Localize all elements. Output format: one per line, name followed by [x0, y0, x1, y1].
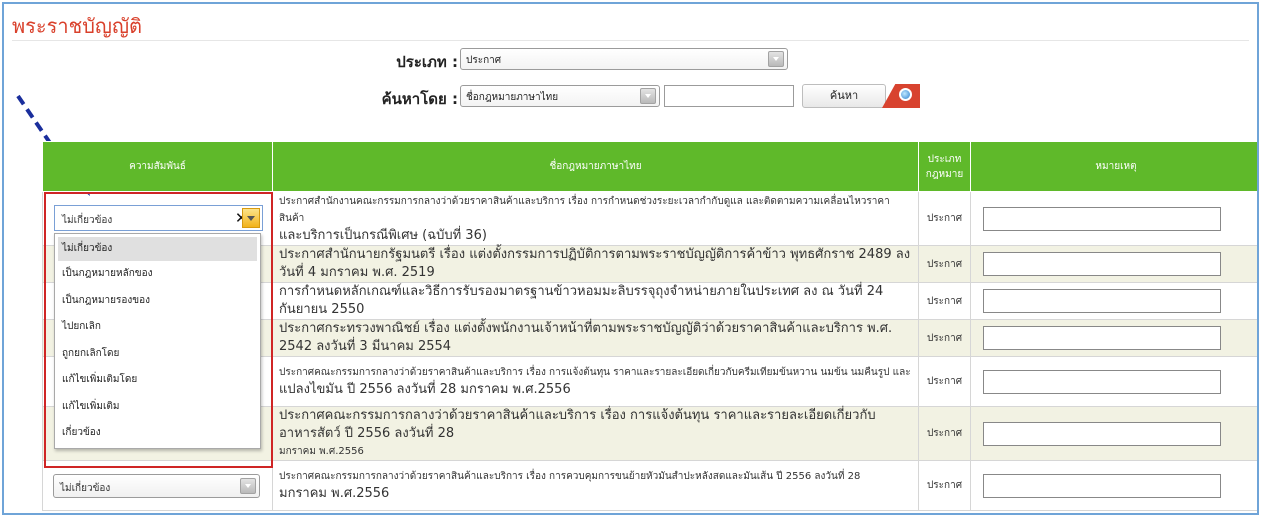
app-frame: พระราชบัญญัติ ประเภท : ประกาศ ค้นหาโดย :… — [2, 2, 1259, 515]
law-type: ประกาศ — [918, 245, 971, 283]
law-type: ประกาศ — [918, 460, 971, 511]
law-type: ประกาศ — [918, 356, 971, 407]
relation-dropdown-list: ไม่เกี่ยวข้อง เป็นกฎหมายหลักของ เป็นกฎหม… — [54, 233, 261, 449]
title-divider — [12, 40, 1249, 41]
note-input[interactable] — [983, 326, 1221, 350]
law-name[interactable]: ประกาศกระทรวงพาณิชย์ เรื่อง แต่งตั้งพนัก… — [272, 319, 919, 357]
relation-select[interactable]: ไม่เกี่ยวข้อง — [53, 473, 260, 498]
relation-select-open[interactable]: ไม่เกี่ยวข้อง ✕ — [54, 205, 263, 231]
note-input[interactable] — [983, 473, 1221, 498]
table-header-row: ความสัมพันธ์ ชื่อกฎหมายภาษาไทย ประเภท กฎ… — [42, 141, 1257, 192]
law-name[interactable]: ประกาศคณะกรรมการกลางว่าด้วยราคาสินค้าและ… — [272, 460, 919, 511]
law-name[interactable]: ประกาศสำนักนายกรัฐมนตรี เรื่อง แต่งตั้งก… — [272, 245, 919, 283]
note-input[interactable] — [983, 289, 1221, 313]
type-header-line2: กฎหมาย — [925, 168, 964, 180]
type-column-header: ประเภท กฎหมาย — [918, 141, 971, 192]
note-cell — [970, 191, 1257, 246]
magnifier-icon — [899, 88, 912, 101]
search-by-select[interactable]: ชื่อกฎหมายภาษาไทย — [460, 85, 660, 107]
law-name[interactable]: ประกาศคณะกรรมการกลางว่าด้วยราคาสินค้าและ… — [272, 406, 919, 461]
dropdown-option[interactable]: เป็นกฎหมายรองของ — [55, 288, 260, 315]
note-cell — [970, 245, 1257, 283]
law-name-line2: มกราคม พ.ศ.2556 — [279, 446, 364, 457]
note-input[interactable] — [983, 206, 1221, 231]
law-name[interactable]: ประกาศคณะกรรมการกลางว่าด้วยราคาสินค้าและ… — [272, 356, 919, 407]
law-name[interactable]: ประกาศสำนักงานคณะกรรมการกลางว่าด้วยราคาส… — [272, 191, 919, 246]
law-name-line1: ประกาศคณะกรรมการกลางว่าด้วยราคาสินค้าและ… — [279, 367, 911, 378]
law-name-line2: แปลงไขมัน ปี 2556 ลงวันที่ 28 มกราคม พ.ศ… — [279, 382, 571, 397]
note-input[interactable] — [983, 421, 1221, 446]
name-column-header: ชื่อกฎหมายภาษาไทย — [272, 141, 919, 192]
search-by-value: ชื่อกฎหมายภาษาไทย — [466, 92, 559, 103]
dropdown-option[interactable]: เกี่ยวข้อง — [55, 420, 260, 447]
search-icon[interactable] — [882, 84, 920, 108]
law-name-line2: มกราคม พ.ศ.2556 — [279, 486, 390, 501]
law-name-line1: ประกาศกระทรวงพาณิชย์ เรื่อง แต่งตั้งพนัก… — [279, 321, 893, 354]
law-name-line1: ประกาศคณะกรรมการกลางว่าด้วยราคาสินค้าและ… — [279, 408, 876, 441]
type-select[interactable]: ประกาศ — [460, 48, 788, 70]
note-input[interactable] — [983, 369, 1221, 394]
type-header-line1: ประเภท — [927, 153, 962, 165]
relation-column-header: ความสัมพันธ์ — [42, 141, 273, 192]
law-type: ประกาศ — [918, 191, 971, 246]
law-name-line1: การกำหนดหลักเกณฑ์และวิธีการรับรองมาตรฐาน… — [279, 284, 884, 317]
dropdown-option[interactable]: ไปยกเลิก — [55, 314, 260, 341]
relation-select-value: ไม่เกี่ยวข้อง — [62, 215, 113, 226]
dropdown-option[interactable]: ไม่เกี่ยวข้อง — [58, 237, 257, 261]
chevron-down-icon[interactable] — [242, 208, 260, 228]
law-name-line1: ประกาศสำนักนายกรัฐมนตรี เรื่อง แต่งตั้งก… — [279, 247, 911, 280]
law-type: ประกาศ — [918, 406, 971, 461]
chevron-down-icon[interactable] — [640, 88, 656, 104]
note-input[interactable] — [983, 252, 1221, 276]
note-cell — [970, 319, 1257, 357]
type-select-value: ประกาศ — [466, 55, 502, 66]
note-cell — [970, 356, 1257, 407]
law-type: ประกาศ — [918, 319, 971, 357]
chevron-down-icon[interactable] — [240, 477, 256, 494]
note-cell — [970, 282, 1257, 320]
law-name-line1: ประกาศสำนักงานคณะกรรมการกลางว่าด้วยราคาส… — [279, 195, 890, 224]
table-row: ไม่เกี่ยวข้อง ประกาศคณะกรรมการกลางว่าด้ว… — [42, 460, 1257, 511]
search-by-label: ค้นหาโดย : — [381, 90, 458, 108]
relation-select-value: ไม่เกี่ยวข้อง — [60, 482, 111, 494]
search-button[interactable]: ค้นหา — [802, 84, 886, 108]
type-label: ประเภท : — [396, 53, 458, 71]
law-type: ประกาศ — [918, 282, 971, 320]
note-cell — [970, 460, 1257, 511]
law-name-line1: ประกาศคณะกรรมการกลางว่าด้วยราคาสินค้าและ… — [279, 471, 861, 482]
dropdown-option[interactable]: ถูกยกเลิกโดย — [55, 341, 260, 368]
law-name-line2: และบริการเป็นกรณีพิเศษ (ฉบับที่ 36) — [279, 227, 487, 243]
chevron-down-icon[interactable] — [768, 51, 784, 67]
keyword-input[interactable] — [664, 85, 794, 107]
note-cell — [970, 406, 1257, 461]
relation-cell: ไม่เกี่ยวข้อง — [42, 460, 273, 511]
note-column-header: หมายเหตุ — [970, 141, 1257, 192]
dropdown-option[interactable]: แก้ไขเพิ่มเติมโดย — [55, 367, 260, 394]
page-title: พระราชบัญญัติ — [12, 14, 142, 38]
law-name[interactable]: การกำหนดหลักเกณฑ์และวิธีการรับรองมาตรฐาน… — [272, 282, 919, 320]
dropdown-option[interactable]: แก้ไขเพิ่มเติม — [55, 394, 260, 421]
dropdown-option[interactable]: เป็นกฎหมายหลักของ — [55, 261, 260, 288]
